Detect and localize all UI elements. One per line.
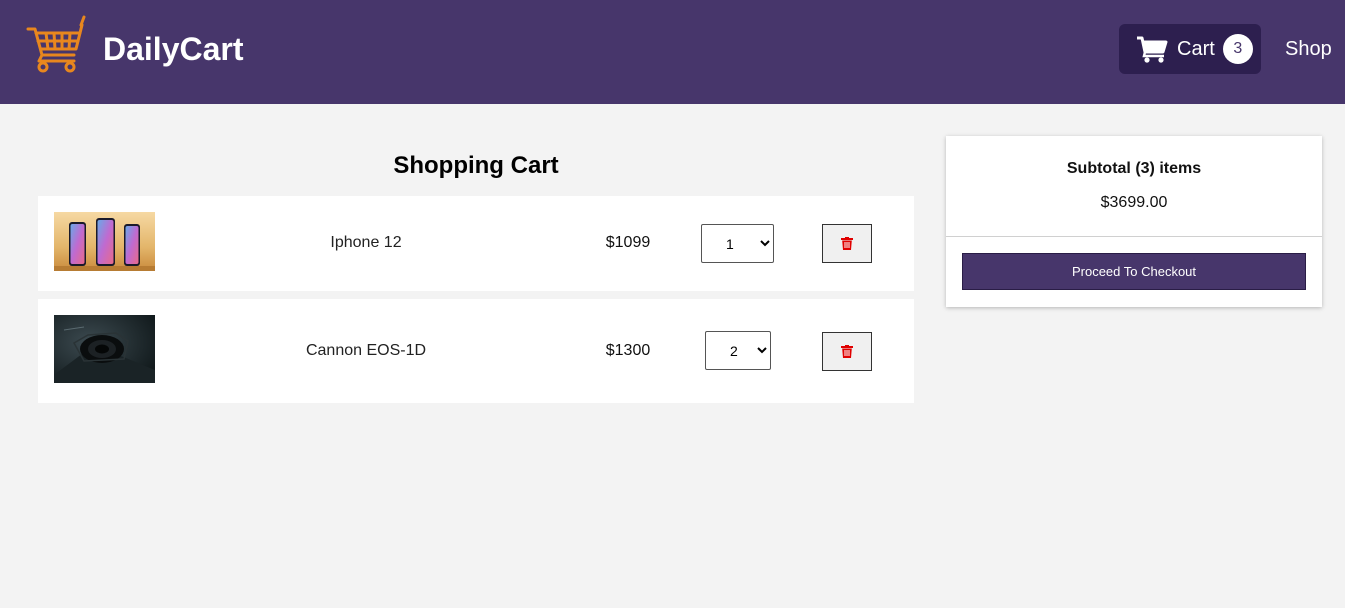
- delete-button[interactable]: [822, 332, 872, 371]
- order-summary-card: Subtotal (3) items $3699.00 Proceed To C…: [946, 136, 1322, 307]
- shopping-cart-logo-icon[interactable]: [26, 15, 86, 73]
- page-title: Shopping Cart: [393, 152, 559, 179]
- shop-link[interactable]: Shop: [1285, 37, 1332, 61]
- cart-label: Cart: [1177, 37, 1215, 60]
- brand-name[interactable]: DailyCart: [103, 30, 244, 68]
- trash-icon: [841, 345, 853, 358]
- camera-photo: [54, 315, 155, 383]
- item-name[interactable]: Cannon EOS-1D: [266, 342, 466, 360]
- quantity-select[interactable]: 1 2 3 4 5: [705, 331, 771, 370]
- checkout-button[interactable]: Proceed To Checkout: [962, 253, 1306, 290]
- cart-item: Iphone 12 $1099 1 2 3 4 5: [38, 196, 914, 291]
- item-price: $1099: [605, 234, 651, 251]
- cart-count-badge: 3: [1222, 34, 1253, 64]
- divider: [946, 236, 1322, 237]
- quantity-select[interactable]: 1 2 3 4 5: [701, 224, 774, 263]
- cart-item: Cannon EOS-1D $1300 1 2 3 4 5: [38, 299, 914, 403]
- cart-button[interactable]: Cart 3: [1119, 24, 1261, 74]
- iphone-12-photo: [54, 212, 155, 271]
- trash-icon: [841, 237, 853, 250]
- cart-icon: [1137, 36, 1168, 63]
- subtotal-label: Subtotal (3) items: [1066, 160, 1202, 177]
- item-price: $1300: [605, 342, 651, 359]
- subtotal-value: $3699.00: [1100, 194, 1168, 211]
- navbar: DailyCart Cart 3 Shop: [0, 0, 1345, 104]
- delete-button[interactable]: [822, 224, 872, 263]
- item-name[interactable]: Iphone 12: [266, 234, 466, 252]
